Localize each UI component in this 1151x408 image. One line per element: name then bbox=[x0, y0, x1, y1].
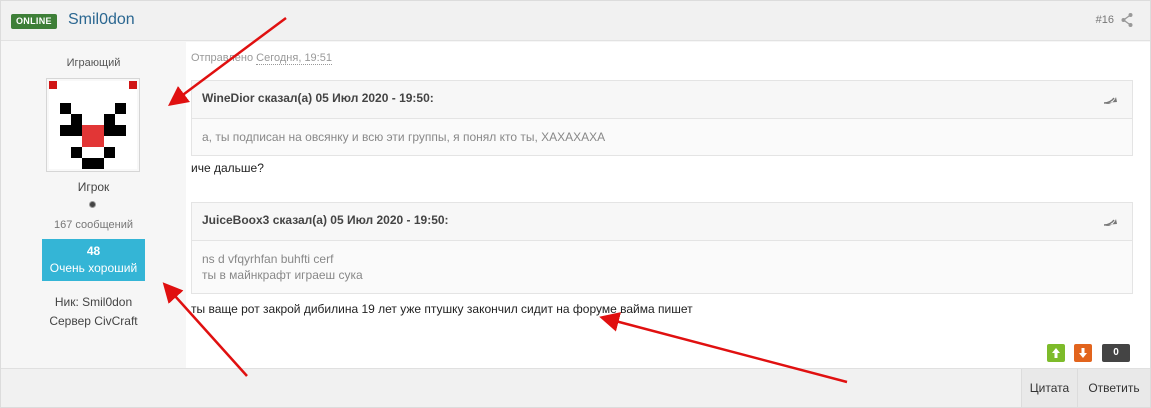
quote-line: ты в майнкрафт играеш сука bbox=[202, 268, 363, 282]
server-field: Сервер CivCraft bbox=[1, 314, 186, 328]
arrow-down-icon bbox=[1079, 348, 1087, 358]
reputation-label: Очень хороший bbox=[49, 261, 138, 275]
post-text: ты ваще рот закрой дибилина 19 лет уже п… bbox=[191, 302, 693, 316]
reputation-vote: 0 bbox=[1047, 344, 1130, 362]
server-label: Сервер bbox=[49, 314, 91, 328]
nick-label: Ник: bbox=[54, 295, 79, 309]
post-body: Отправлено Сегодня, 19:51 WineDior сказа… bbox=[186, 42, 1150, 368]
post-number-link[interactable]: #16 bbox=[1096, 14, 1114, 26]
post-count: 167 сообщений bbox=[54, 219, 133, 231]
posted-time: Сегодня, 19:51 bbox=[256, 52, 332, 65]
post-footer: Цитата Ответить bbox=[1, 368, 1150, 407]
posted-date: Отправлено Сегодня, 19:51 bbox=[191, 52, 332, 65]
goto-quoted-post-icon[interactable] bbox=[1102, 94, 1118, 106]
quote-citation-text: WineDior сказал(а) 05 Июл 2020 - 19:50: bbox=[202, 91, 434, 105]
quote-citation: JuiceBoox3 сказал(а) 05 Июл 2020 - 19:50… bbox=[192, 203, 1132, 241]
post-header: ONLINE Smil0don #16 bbox=[1, 1, 1150, 41]
quote-citation: WineDior сказал(а) 05 Июл 2020 - 19:50: bbox=[192, 81, 1132, 119]
rank-pip-icon bbox=[89, 201, 96, 208]
quote-line: ns d vfqyrhfan buhfti cerf bbox=[202, 252, 334, 266]
member-title: Играющий bbox=[66, 57, 121, 69]
vote-down-button[interactable] bbox=[1074, 344, 1092, 362]
forum-post: ONLINE Smil0don #16 Играющий Игрок 167 с… bbox=[0, 0, 1151, 408]
author-panel: Играющий Игрок 167 сообщений 48 Очень хо… bbox=[1, 42, 186, 368]
quote-block: WineDior сказал(а) 05 Июл 2020 - 19:50: … bbox=[191, 80, 1133, 156]
avatar[interactable] bbox=[46, 78, 140, 172]
reputation-value: 48 bbox=[86, 244, 101, 258]
quote-content: а, ты подписан на овсянку и всю эти груп… bbox=[192, 119, 1132, 155]
quote-block: JuiceBoox3 сказал(а) 05 Июл 2020 - 19:50… bbox=[191, 202, 1133, 294]
share-icon[interactable] bbox=[1121, 12, 1133, 28]
goto-quoted-post-icon[interactable] bbox=[1102, 216, 1118, 228]
quote-citation-text: JuiceBoox3 сказал(а) 05 Июл 2020 - 19:50… bbox=[202, 213, 449, 227]
posted-label: Отправлено bbox=[191, 52, 254, 64]
author-username-link[interactable]: Smil0don bbox=[68, 11, 135, 29]
vote-up-button[interactable] bbox=[1047, 344, 1065, 362]
member-rank: Игрок bbox=[77, 180, 110, 194]
quote-content: ns d vfqyrhfan buhfti cerf ты в майнкраф… bbox=[192, 241, 1132, 293]
server-value: CivCraft bbox=[94, 314, 138, 328]
reputation-badge[interactable]: 48 Очень хороший bbox=[42, 239, 145, 281]
nick-field: Ник: Smil0don bbox=[1, 295, 186, 309]
vote-count: 0 bbox=[1102, 344, 1130, 362]
reply-button[interactable]: Ответить bbox=[1077, 369, 1150, 407]
arrow-up-icon bbox=[1052, 348, 1060, 358]
nick-value: Smil0don bbox=[82, 295, 133, 309]
online-badge: ONLINE bbox=[11, 14, 57, 29]
quote-line: а, ты подписан на овсянку и всю эти груп… bbox=[202, 130, 606, 144]
quote-button[interactable]: Цитата bbox=[1021, 369, 1077, 407]
avatar-image bbox=[49, 81, 137, 169]
post-text: иче дальше? bbox=[191, 161, 264, 175]
